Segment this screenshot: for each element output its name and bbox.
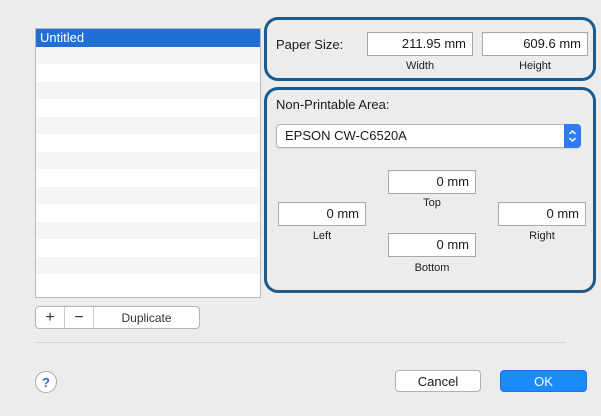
width-label: Width	[405, 60, 435, 72]
paper-height-field[interactable]: 609.6 mm	[482, 32, 588, 56]
list-item[interactable]	[36, 204, 260, 222]
printer-popup-value: EPSON CW-C6520A	[285, 128, 407, 143]
list-item[interactable]	[36, 134, 260, 152]
right-label: Right	[529, 230, 555, 242]
list-item[interactable]	[36, 81, 260, 99]
height-label: Height	[519, 60, 551, 72]
list-item[interactable]	[36, 274, 260, 292]
list-item[interactable]	[36, 239, 260, 257]
left-margin-field[interactable]: 0 mm	[278, 202, 366, 226]
bottom-label: Bottom	[414, 262, 450, 274]
list-item[interactable]	[36, 256, 260, 274]
remove-button[interactable]: −	[65, 307, 94, 328]
non-printable-area-label: Non-Printable Area:	[276, 97, 390, 112]
cancel-button[interactable]: Cancel	[395, 370, 481, 392]
list-item[interactable]	[36, 99, 260, 117]
list-item[interactable]	[36, 169, 260, 187]
ok-button[interactable]: OK	[500, 370, 587, 392]
paper-size-list[interactable]: Untitled	[35, 28, 261, 298]
add-button[interactable]: +	[36, 307, 65, 328]
duplicate-button[interactable]: Duplicate	[94, 307, 199, 328]
list-item[interactable]: Untitled	[36, 29, 260, 47]
top-margin-field[interactable]: 0 mm	[388, 170, 476, 194]
printer-popup[interactable]: EPSON CW-C6520A	[276, 124, 581, 148]
paper-width-field[interactable]: 211.95 mm	[367, 32, 473, 56]
paper-size-label: Paper Size:	[276, 37, 344, 52]
right-margin-field[interactable]: 0 mm	[498, 202, 586, 226]
top-label: Top	[423, 197, 441, 209]
list-buttons: + − Duplicate	[35, 306, 200, 329]
left-label: Left	[312, 230, 332, 242]
list-item[interactable]	[36, 116, 260, 134]
up-down-chevron-icon	[564, 124, 581, 148]
list-item[interactable]	[36, 151, 260, 169]
list-item[interactable]	[36, 186, 260, 204]
separator	[35, 342, 566, 343]
help-button[interactable]: ?	[35, 371, 57, 393]
bottom-margin-field[interactable]: 0 mm	[388, 233, 476, 257]
list-item[interactable]	[36, 221, 260, 239]
list-item[interactable]	[36, 64, 260, 82]
list-item[interactable]	[36, 46, 260, 64]
custom-paper-sizes-dialog: Untitled + − Duplicate Paper Size: 211.9…	[0, 0, 601, 416]
